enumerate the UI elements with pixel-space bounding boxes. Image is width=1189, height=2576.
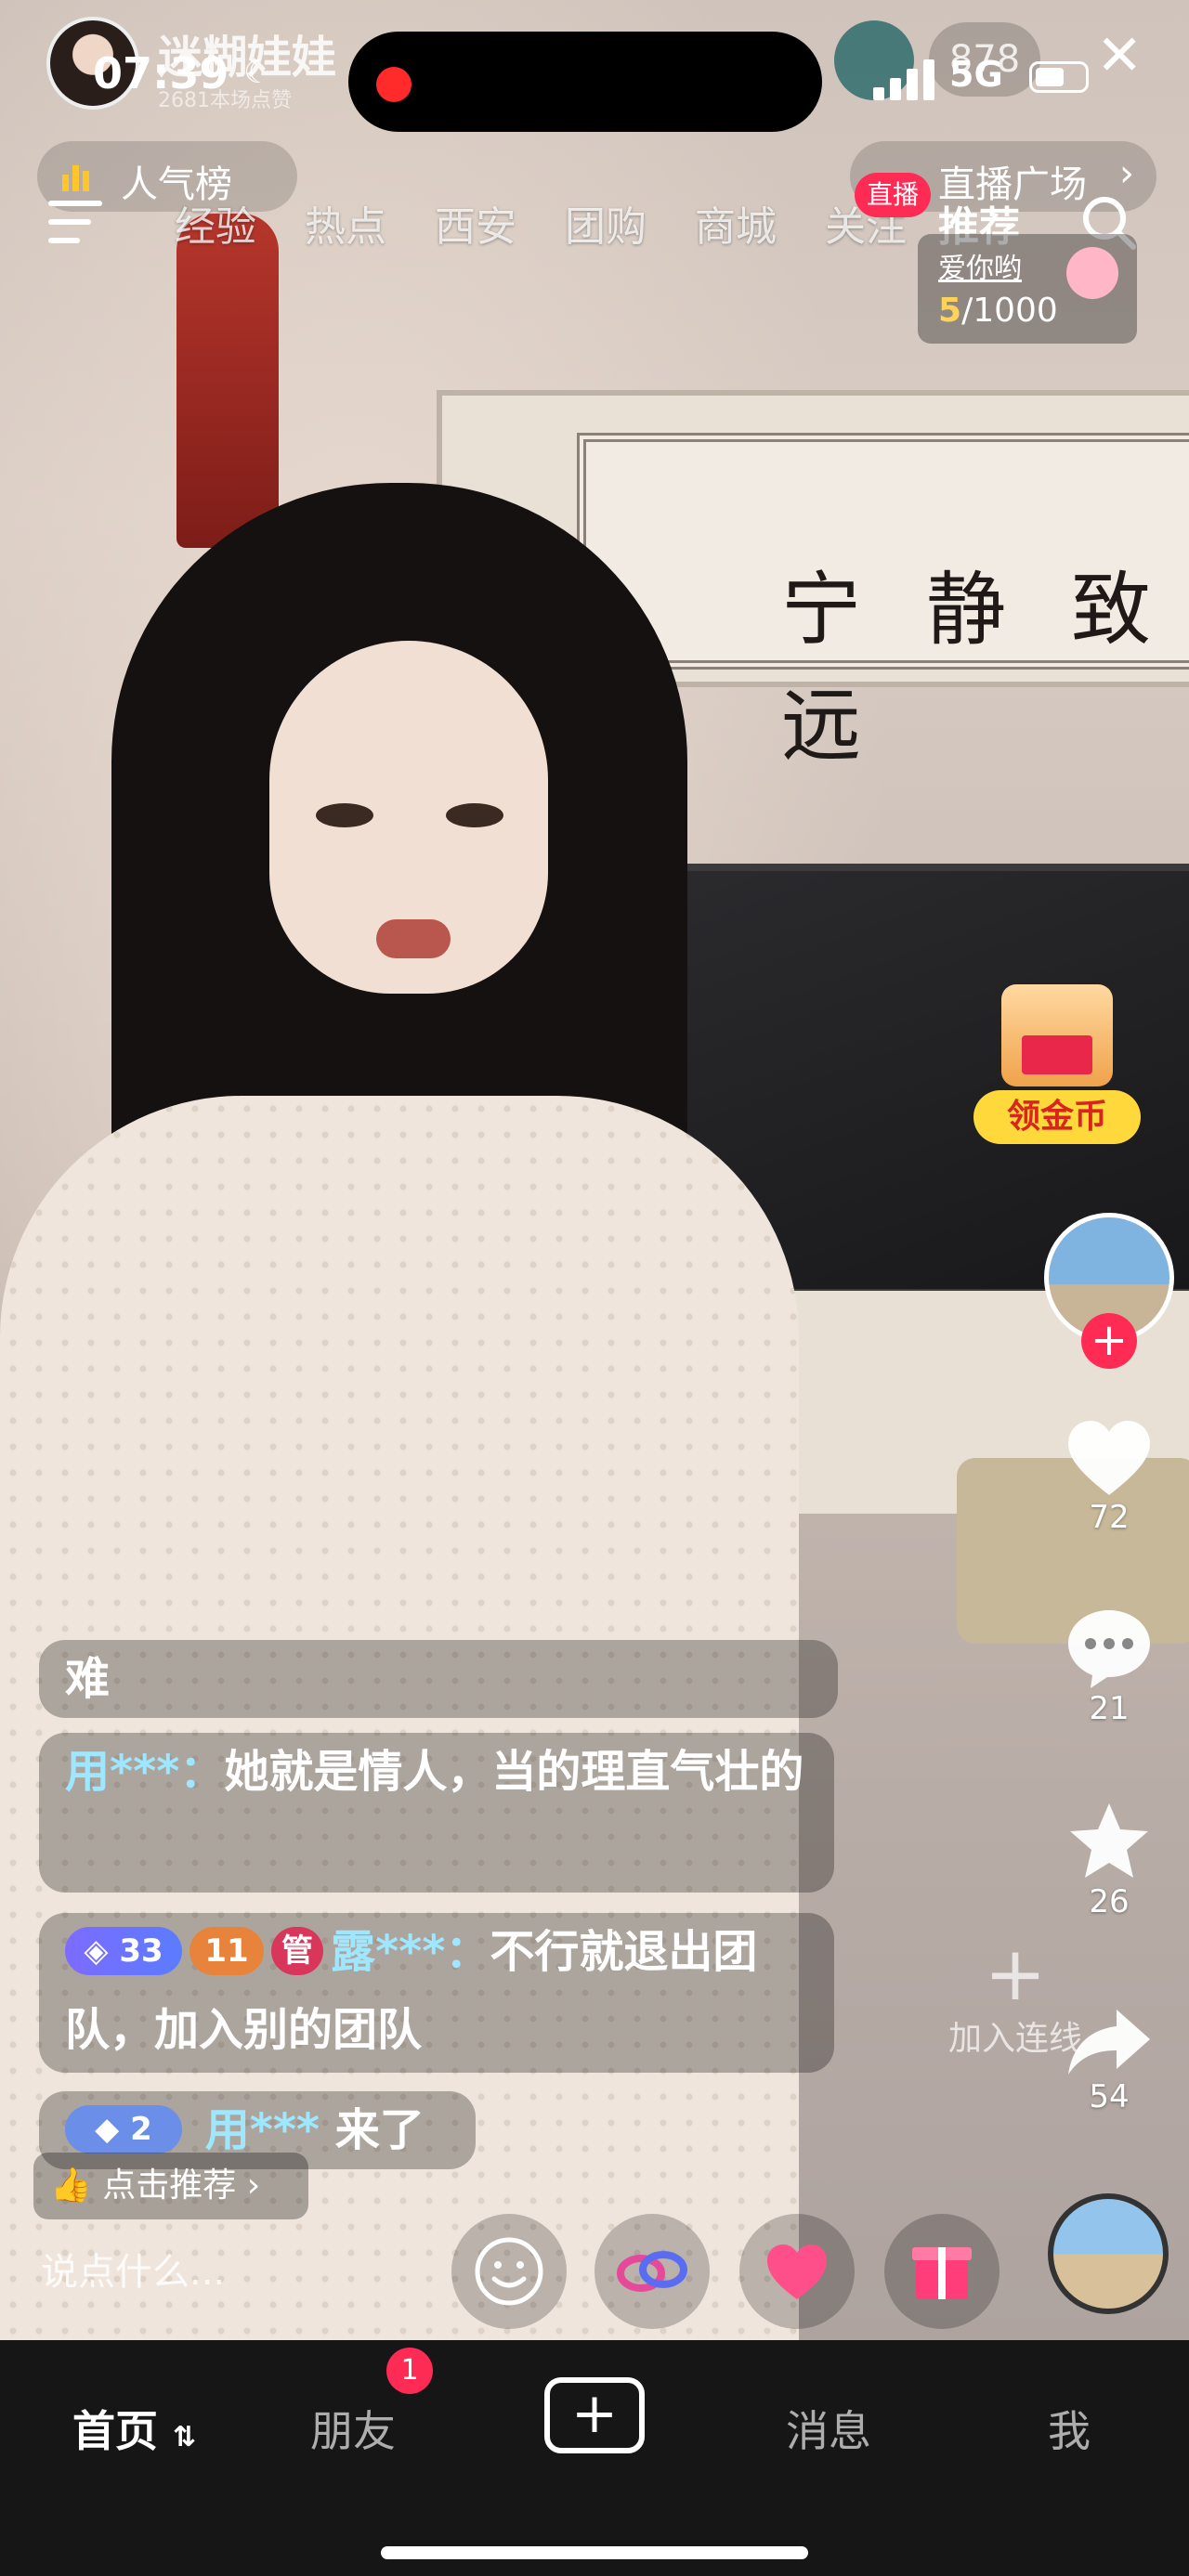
comment-text: 难 (65, 1653, 111, 1705)
join-connection-label: 加入连线 (947, 2020, 1082, 2058)
battery-icon (1029, 61, 1089, 93)
user-level-badge: ◆ 2 (65, 2105, 182, 2153)
comment-text: 她就是情人，当的理直气壮的 (224, 1746, 804, 1798)
gift-icon (912, 2247, 972, 2299)
comment-item[interactable]: 难 (39, 1640, 838, 1718)
gift-task-card[interactable]: 爱你哟 5/1000 (918, 234, 1137, 344)
tab-hot[interactable]: 热点 (305, 193, 386, 253)
collect-coins-button[interactable]: 领金币 (973, 975, 1141, 1151)
moon-icon: ☾ (243, 54, 272, 91)
tab-messages[interactable]: 消息 (786, 2398, 871, 2459)
comment-button[interactable]: 21 (1044, 1607, 1174, 1727)
collect-coins-label: 领金币 (973, 1090, 1141, 1144)
friends-notification-badge: 1 (386, 2348, 433, 2394)
signal-icon (873, 54, 938, 100)
tab-home[interactable]: 首页 ⇅ (72, 2398, 196, 2459)
comment-count: 21 (1089, 1690, 1130, 1727)
bottom-tab-bar: 首页 ⇅ 朋友 + 消息 我 (0, 2340, 1189, 2576)
menu-icon[interactable] (48, 201, 102, 243)
favorite-button[interactable]: 26 (1044, 1800, 1174, 1920)
fan-heart-button[interactable] (739, 2214, 855, 2329)
like-recommend-label: 点击推荐 (102, 2166, 237, 2205)
music-disc-avatar[interactable] (1048, 2193, 1169, 2314)
network-type: 5G (949, 54, 1003, 95)
like-count: 72 (1089, 1499, 1130, 1536)
recording-dot-icon (376, 67, 412, 102)
emoji-button[interactable] (451, 2214, 567, 2329)
status-time: 07:39 (93, 48, 229, 98)
comment-icon (1068, 1610, 1150, 1688)
bar-chart-icon (62, 165, 89, 191)
calligraphy-text: 宁静致远 (781, 564, 1189, 773)
comment-item[interactable]: 用***：她就是情人，当的理直气壮的 (39, 1733, 834, 1893)
create-button[interactable]: + (544, 2377, 645, 2453)
streamer-face (269, 641, 548, 994)
top-nav-tabs: 经验 热点 西安 团购 商城 关注 (175, 193, 955, 253)
tab-mall[interactable]: 商城 (695, 193, 777, 253)
smiley-icon (475, 2237, 543, 2306)
treasure-chest-icon (1001, 984, 1113, 1086)
heart-icon (1068, 1421, 1150, 1495)
follow-plus-icon[interactable]: + (1081, 1313, 1137, 1369)
task-progress: 5/1000 (938, 292, 1058, 330)
thumbs-up-icon: 👍 (50, 2166, 92, 2205)
heart-gift-icon (1066, 247, 1118, 299)
tab-xian[interactable]: 西安 (435, 193, 516, 253)
star-icon (1070, 1803, 1148, 1878)
link-icon (617, 2251, 687, 2292)
comment-username[interactable]: 用*** (205, 2104, 320, 2156)
like-recommend-button[interactable]: 👍 点击推荐 › (33, 2153, 308, 2219)
right-eye (446, 803, 503, 827)
comment-item[interactable]: ◈ 33 11 管露***：不行就退出团队，加入别的团队 (39, 1913, 834, 2073)
comment-username[interactable]: 用***： (65, 1746, 224, 1798)
tab-experience[interactable]: 经验 (175, 193, 256, 253)
link-mic-button[interactable] (594, 2214, 710, 2329)
switch-arrows-icon: ⇅ (173, 2421, 197, 2453)
task-title: 爱你哟 (938, 253, 1022, 285)
chevron-right-icon: › (246, 2166, 261, 2205)
home-indicator (381, 2546, 808, 2559)
favorite-count: 26 (1089, 1883, 1130, 1920)
tab-friends[interactable]: 朋友 (310, 2398, 396, 2459)
dynamic-island (348, 32, 822, 132)
tab-me[interactable]: 我 (1048, 2398, 1091, 2459)
like-button[interactable]: 72 (1044, 1419, 1174, 1536)
plus-icon: + (984, 1931, 1047, 2017)
fan-club-badge: 11 (189, 1927, 264, 1975)
close-icon[interactable]: ✕ (1096, 28, 1143, 84)
gift-button[interactable] (884, 2214, 1000, 2329)
chevron-right-icon: › (1119, 152, 1134, 195)
live-badge: 直播 (855, 173, 931, 217)
share-count: 54 (1089, 2078, 1130, 2115)
admin-badge: 管 (271, 1927, 323, 1975)
comment-username[interactable]: 露***： (331, 1926, 490, 1978)
tab-group-buy[interactable]: 团购 (565, 193, 647, 253)
comment-text: 来了 (334, 2104, 425, 2156)
lips (376, 919, 451, 958)
user-level-badge: ◈ 33 (65, 1927, 182, 1975)
pink-heart-icon (767, 2244, 827, 2299)
comment-input[interactable]: 说点什么... (33, 2238, 468, 2307)
live-stream-screen: 宁静致远 迷糊娃娃 2681本场点赞 878 ✕ 07:39 ☾ 5G 人气榜 (0, 0, 1189, 2576)
join-connection-button[interactable]: + 加入连线 (936, 1937, 1094, 2060)
left-eye (316, 803, 373, 827)
